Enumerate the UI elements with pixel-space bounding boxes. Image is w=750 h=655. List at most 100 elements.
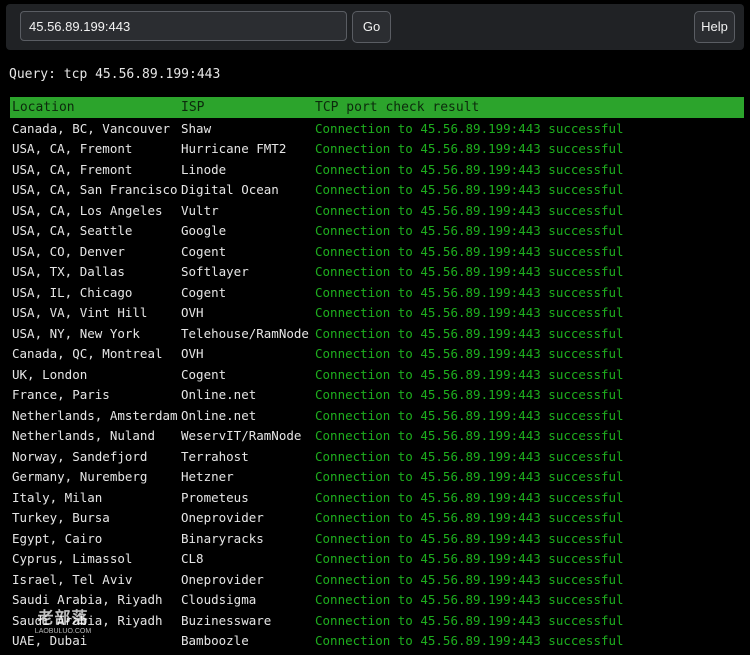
cell-result: Connection to 45.56.89.199:443 successfu… (315, 366, 624, 382)
cell-location: Turkey, Bursa (12, 510, 110, 526)
cell-result: Connection to 45.56.89.199:443 successfu… (315, 633, 624, 649)
help-button[interactable]: Help (694, 11, 735, 43)
table-row: Canada, BC, Vancouver Shaw Connection to 4… (10, 118, 744, 139)
results-body: Canada, BC, Vancouver Shaw Connection to 4… (10, 118, 744, 651)
cell-isp: Oneprovider (181, 510, 264, 526)
cell-isp: Google (181, 223, 227, 239)
cell-location: USA, CA, Seattle (12, 223, 133, 239)
results-table: Location ISP TCP port check result Canad… (10, 97, 744, 651)
cell-result: Connection to 45.56.89.199:443 successfu… (315, 510, 624, 526)
cell-result: Connection to 45.56.89.199:443 successfu… (315, 612, 624, 628)
table-row: UK, London Cogent Connection to 45.56.89.1… (10, 364, 744, 385)
cell-location: Cyprus, Limassol (12, 551, 133, 567)
cell-result: Connection to 45.56.89.199:443 successfu… (315, 243, 624, 259)
cell-isp: OVH (181, 346, 204, 362)
cell-location: Israel, Tel Aviv (12, 571, 133, 587)
cell-result: Connection to 45.56.89.199:443 successfu… (315, 571, 624, 587)
cell-isp: Vultr (181, 202, 219, 218)
cell-result: Connection to 45.56.89.199:443 successfu… (315, 530, 624, 546)
cell-location: Italy, Milan (12, 489, 103, 505)
table-row: Netherlands, Nuland WeservIT/RamNode Conne… (10, 426, 744, 447)
cell-result: Connection to 45.56.89.199:443 successfu… (315, 161, 624, 177)
cell-isp: Oneprovider (181, 571, 264, 587)
header-location: Location (10, 97, 179, 118)
cell-result: Connection to 45.56.89.199:443 successfu… (315, 182, 624, 198)
cell-location: UK, London (12, 366, 88, 382)
cell-result: Connection to 45.56.89.199:443 successfu… (315, 592, 624, 608)
table-row: Egypt, Cairo Binaryracks Connection to 45.… (10, 528, 744, 549)
cell-result: Connection to 45.56.89.199:443 successfu… (315, 428, 624, 444)
table-row: USA, CA, San Francisco Digital Ocean Conne… (10, 180, 744, 201)
cell-location: Norway, Sandefjord (12, 448, 148, 464)
table-row: USA, NY, New York Telehouse/RamNode Connec… (10, 323, 744, 344)
cell-result: Connection to 45.56.89.199:443 successfu… (315, 141, 624, 157)
cell-location: USA, CA, Fremont (12, 141, 133, 157)
cell-isp: Bamboozle (181, 633, 249, 649)
table-row: Norway, Sandefjord Terrahost Connection to… (10, 446, 744, 467)
cell-isp: Hetzner (181, 469, 234, 485)
cell-location: Germany, Nuremberg (12, 469, 148, 485)
cell-location: USA, CA, Los Angeles (12, 202, 163, 218)
watermark-mark: 老部落 (37, 608, 89, 627)
cell-result: Connection to 45.56.89.199:443 successfu… (315, 551, 624, 567)
cell-isp: Digital Ocean (181, 182, 279, 198)
cell-isp: Telehouse/RamNode (181, 325, 309, 341)
cell-result: Connection to 45.56.89.199:443 successfu… (315, 120, 624, 136)
cell-isp: CL8 (181, 551, 204, 567)
cell-result: Connection to 45.56.89.199:443 successfu… (315, 284, 624, 300)
cell-result: Connection to 45.56.89.199:443 successfu… (315, 202, 624, 218)
cell-result: Connection to 45.56.89.199:443 successfu… (315, 346, 624, 362)
host-port-input[interactable] (20, 11, 347, 41)
go-button[interactable]: Go (352, 11, 391, 43)
table-row: Cyprus, Limassol CL8 Connection to 45.56.8… (10, 549, 744, 570)
table-row: France, Paris Online.net Connection to 45.… (10, 385, 744, 406)
table-row: USA, CA, Fremont Linode Connection to 45.5… (10, 159, 744, 180)
table-row: Canada, QC, Montreal OVH Connection to 45.… (10, 344, 744, 365)
table-row: USA, CA, Los Angeles Vultr Connection to 4… (10, 200, 744, 221)
table-row: USA, IL, Chicago Cogent Connection to 45.5… (10, 282, 744, 303)
cell-location: Canada, BC, Vancouver (12, 120, 171, 136)
cell-location: Netherlands, Amsterdam (12, 407, 178, 423)
cell-location: USA, CA, Fremont (12, 161, 133, 177)
cell-result: Connection to 45.56.89.199:443 successfu… (315, 387, 624, 403)
cell-isp: Buzinessware (181, 612, 272, 628)
table-header-row: Location ISP TCP port check result (10, 97, 744, 118)
table-row: Israel, Tel Aviv Oneprovider Connection to… (10, 569, 744, 590)
cell-location: USA, CA, San Francisco (12, 182, 178, 198)
table-row: Saudi Arabia, Riyadh Buzinessware Connecti… (10, 610, 744, 631)
cell-isp: Binaryracks (181, 530, 264, 546)
toolbar: Go Help (6, 4, 744, 50)
watermark-logo: 老部落 LAOBULUO.COM (26, 609, 100, 637)
table-row: USA, CO, Denver Cogent Connection to 45.56… (10, 241, 744, 262)
table-row: Saudi Arabia, Riyadh Cloudsigma Connection… (10, 590, 744, 611)
cell-location: Netherlands, Nuland (12, 428, 155, 444)
table-row: USA, TX, Dallas Softlayer Connection to 45… (10, 262, 744, 283)
cell-location: USA, NY, New York (12, 325, 140, 341)
cell-result: Connection to 45.56.89.199:443 successfu… (315, 325, 624, 341)
cell-result: Connection to 45.56.89.199:443 successfu… (315, 407, 624, 423)
table-row: Turkey, Bursa Oneprovider Connection to 45… (10, 508, 744, 529)
cell-isp: Online.net (181, 387, 257, 403)
cell-isp: Cogent (181, 366, 227, 382)
table-row: USA, CA, Seattle Google Connection to 45.5… (10, 221, 744, 242)
cell-isp: Cogent (181, 284, 227, 300)
cell-location: USA, CO, Denver (12, 243, 125, 259)
cell-location: Saudi Arabia, Riyadh (12, 592, 163, 608)
cell-result: Connection to 45.56.89.199:443 successfu… (315, 305, 624, 321)
cell-result: Connection to 45.56.89.199:443 successfu… (315, 448, 624, 464)
cell-isp: Online.net (181, 407, 257, 423)
table-row: USA, VA, Vint Hill OVH Connection to 45.56… (10, 303, 744, 324)
cell-isp: Cogent (181, 243, 227, 259)
header-result: TCP port check result (313, 97, 744, 118)
cell-isp: Terrahost (181, 448, 249, 464)
cell-isp: Softlayer (181, 264, 249, 280)
cell-result: Connection to 45.56.89.199:443 successfu… (315, 469, 624, 485)
cell-isp: Cloudsigma (181, 592, 257, 608)
table-row: USA, CA, Fremont Hurricane FMT2 Connection… (10, 139, 744, 160)
cell-isp: Hurricane FMT2 (181, 141, 287, 157)
table-row: UAE, Dubai Bamboozle Connection to 45.56.8… (10, 631, 744, 652)
query-text: Query: tcp 45.56.89.199:443 (9, 67, 221, 82)
cell-location: USA, VA, Vint Hill (12, 305, 148, 321)
cell-location: Egypt, Cairo (12, 530, 103, 546)
cell-isp: Shaw (181, 120, 212, 136)
